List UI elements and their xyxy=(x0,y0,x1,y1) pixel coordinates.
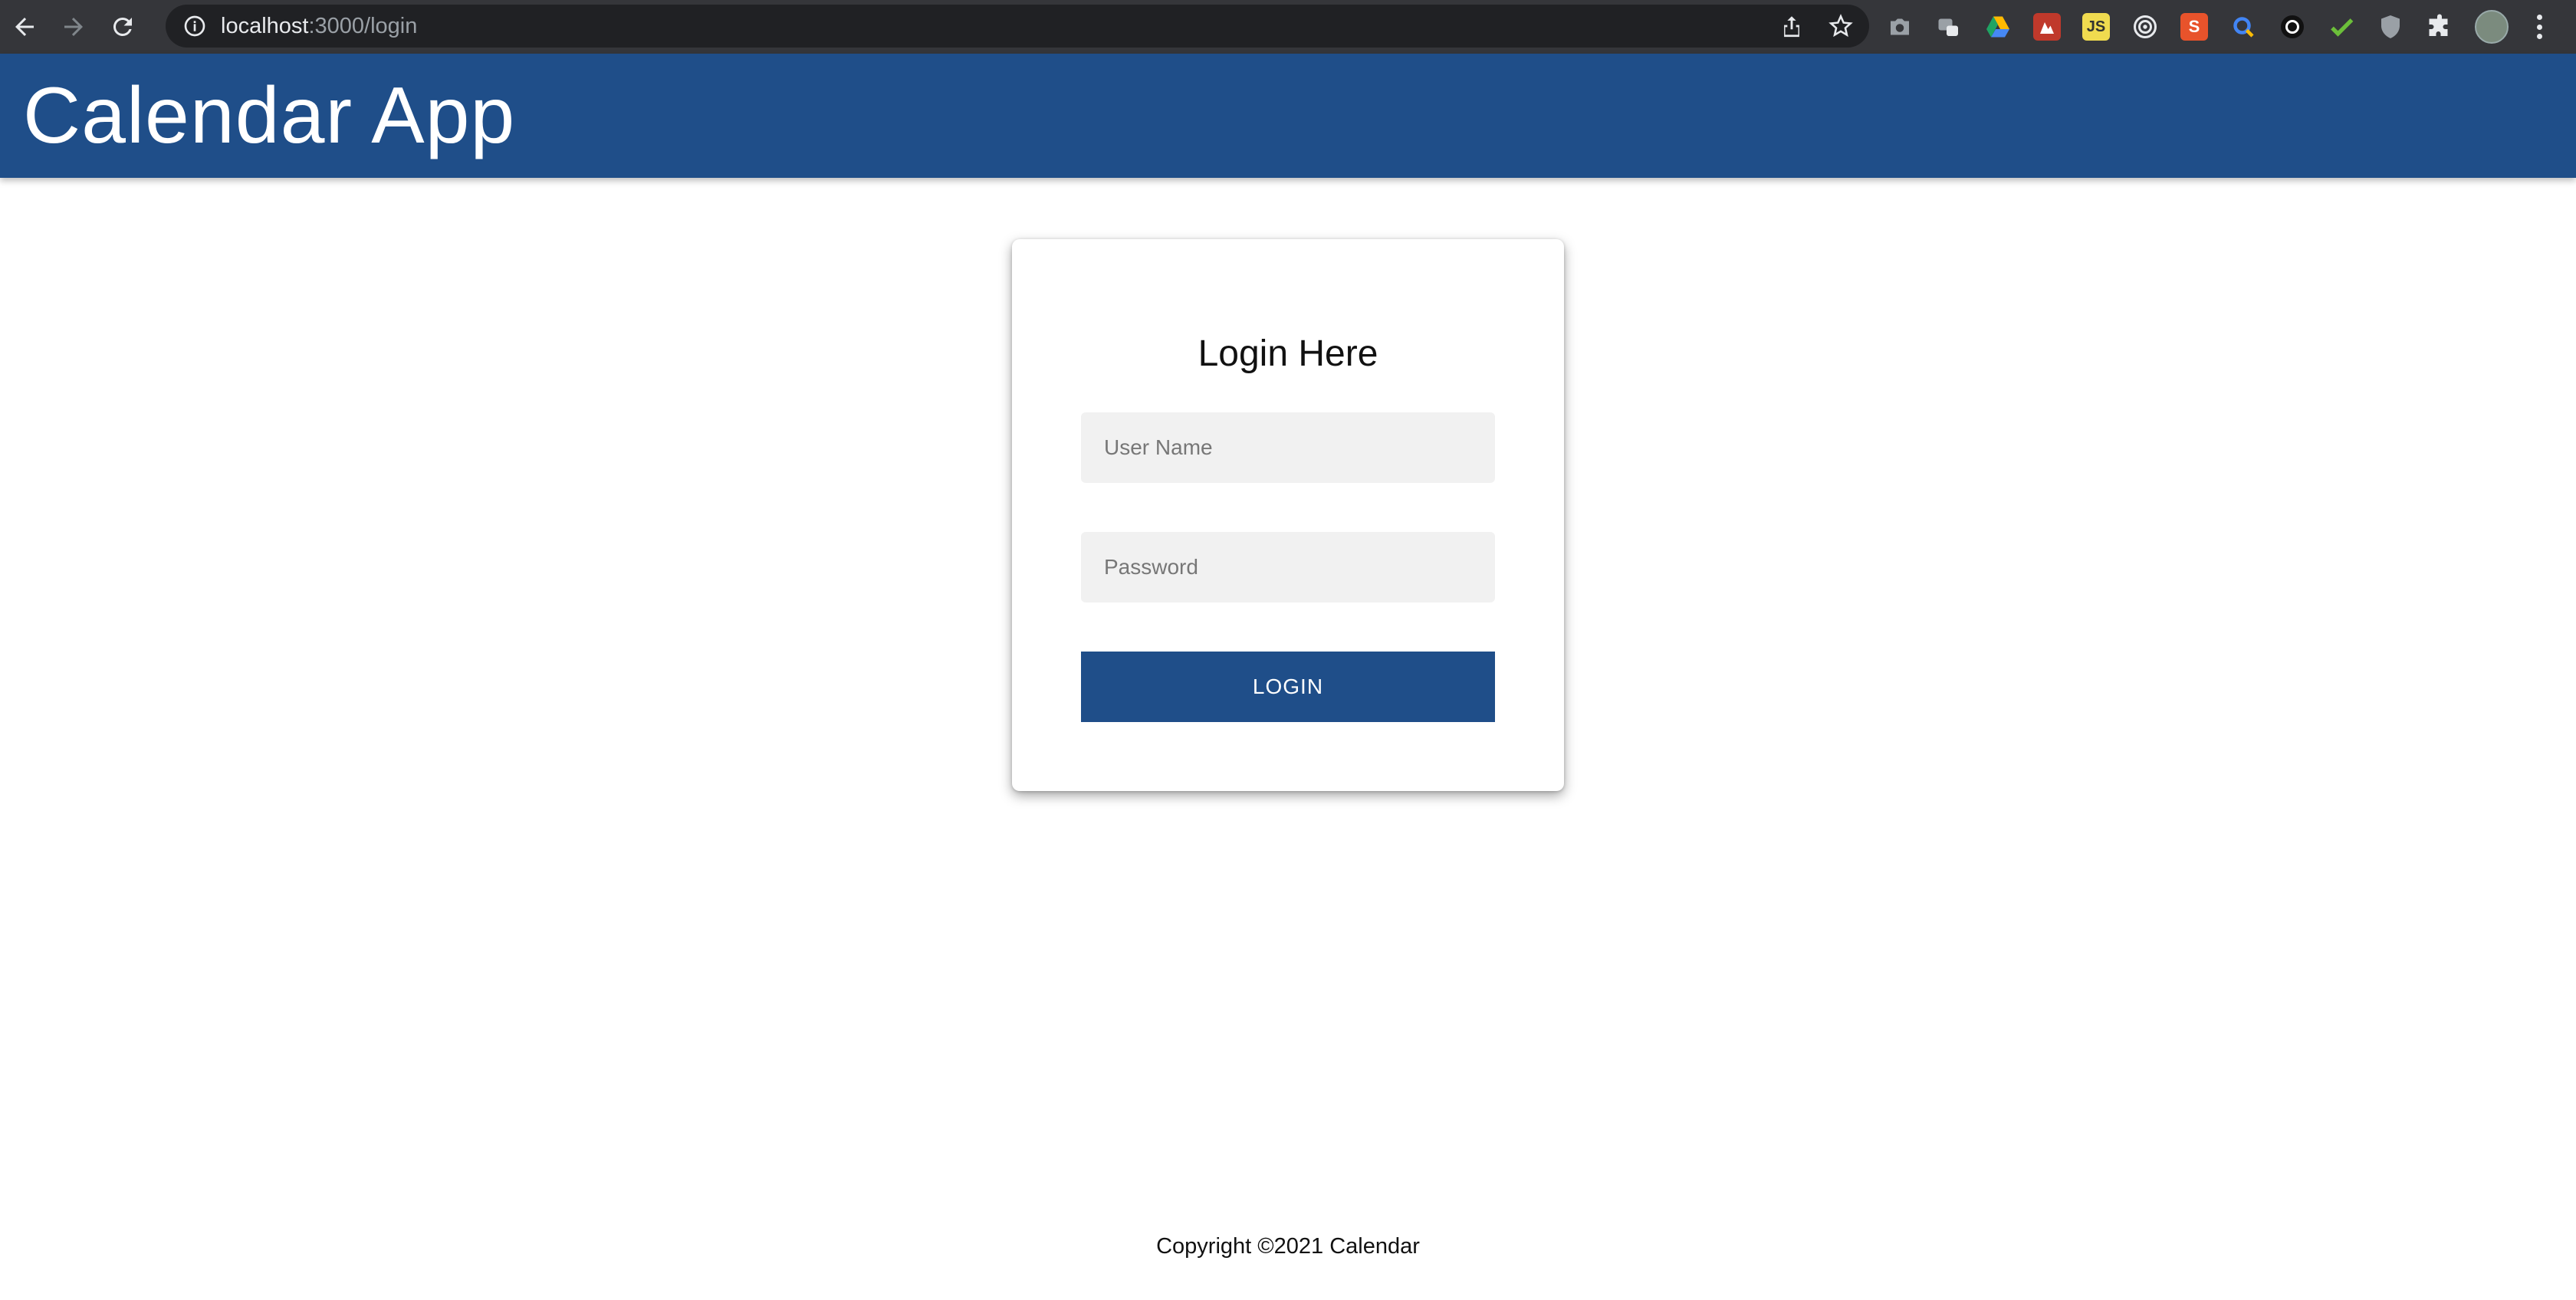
search-extension-icon[interactable] xyxy=(2229,13,2257,41)
login-button[interactable]: LOGIN xyxy=(1081,652,1495,722)
target-icon[interactable] xyxy=(2131,13,2159,41)
browser-toolbar: localhost:3000/login JS S xyxy=(0,0,2576,54)
login-title: Login Here xyxy=(1198,333,1378,374)
back-button[interactable] xyxy=(0,0,49,54)
password-input[interactable] xyxy=(1081,532,1495,602)
checkmark-icon[interactable] xyxy=(2328,13,2355,41)
reload-button[interactable] xyxy=(98,0,147,54)
shield-icon[interactable] xyxy=(2377,13,2404,41)
camera-icon[interactable] xyxy=(1886,13,1914,41)
app-title: Calendar App xyxy=(23,71,516,160)
forward-arrow-icon xyxy=(64,18,83,36)
login-card: Login Here LOGIN xyxy=(1012,239,1564,791)
circle-extension-icon[interactable] xyxy=(2279,13,2306,41)
profile-avatar[interactable] xyxy=(2475,10,2509,44)
forward-button[interactable] xyxy=(49,0,98,54)
url-text[interactable]: localhost:3000/login xyxy=(221,14,417,39)
back-arrow-icon xyxy=(15,18,34,36)
username-input[interactable] xyxy=(1081,412,1495,483)
red-extension-icon[interactable] xyxy=(2033,13,2061,41)
browser-menu-icon[interactable] xyxy=(2530,11,2548,42)
info-icon[interactable] xyxy=(182,14,207,38)
extensions-bar: JS S xyxy=(1886,0,2548,54)
share-icon[interactable] xyxy=(1779,13,1805,39)
url-path: :3000/login xyxy=(308,13,418,38)
reload-icon xyxy=(113,17,132,36)
app-header: Calendar App xyxy=(0,54,2576,178)
tab-manager-icon[interactable] xyxy=(1935,13,1963,41)
bookmark-star-icon[interactable] xyxy=(1828,13,1854,39)
url-host: localhost xyxy=(221,13,309,38)
address-bar[interactable]: localhost:3000/login xyxy=(166,5,1869,48)
footer-copyright: Copyright ©2021 Calendar xyxy=(1156,1234,1420,1259)
google-drive-icon[interactable] xyxy=(1984,13,2012,41)
puzzle-icon[interactable] xyxy=(2426,13,2453,41)
s-extension-icon[interactable]: S xyxy=(2180,13,2208,41)
js-icon[interactable]: JS xyxy=(2082,13,2110,41)
